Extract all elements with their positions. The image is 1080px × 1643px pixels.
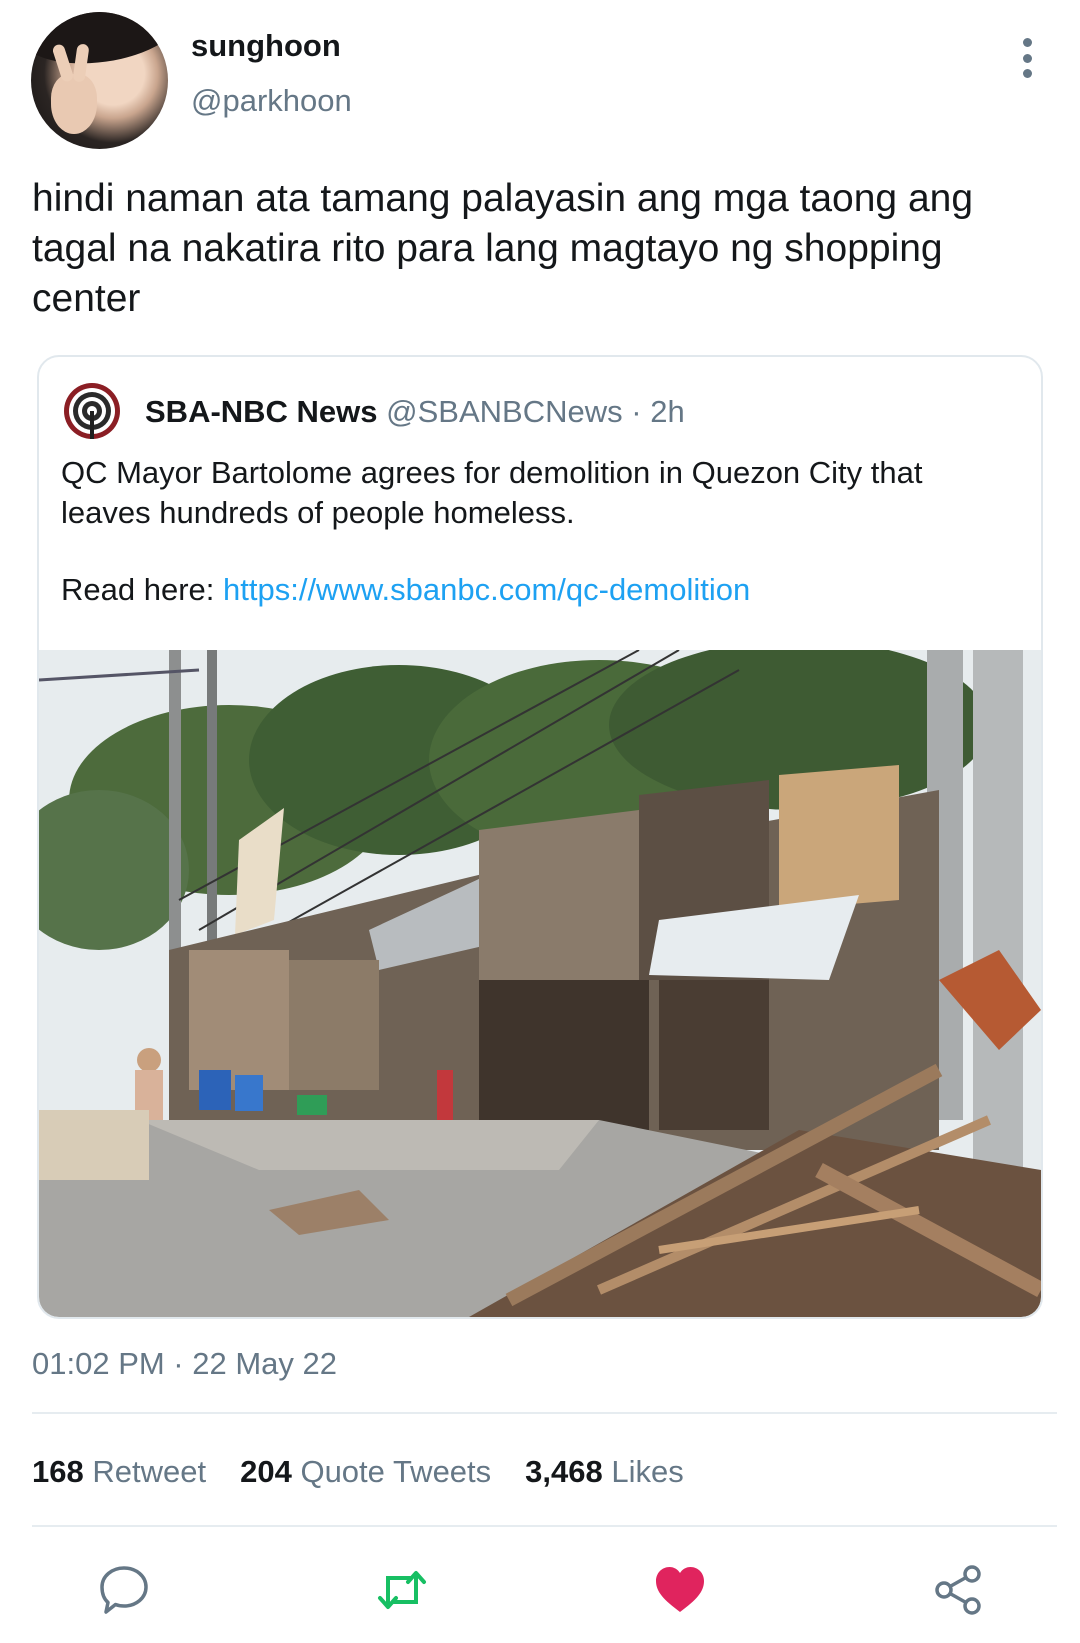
reply-icon[interactable] (96, 1562, 152, 1618)
retweet-stat[interactable]: 168 Retweet (32, 1454, 206, 1490)
user-handle[interactable]: @parkhoon (191, 83, 352, 119)
quote-label: Quote Tweets (300, 1454, 492, 1489)
avatar-hand (51, 74, 97, 134)
quoted-tweet-header: SBA-NBC News @SBANBCNews · 2h (145, 394, 685, 430)
quoted-read-line: Read here: https://www.sbanbc.com/qc-dem… (61, 572, 750, 608)
read-label: Read here: (61, 572, 215, 607)
tweet-text: hindi naman ata tamang palayasin ang mga… (32, 177, 974, 320)
news-logo-icon (64, 383, 120, 439)
quoted-handle[interactable]: @SBANBCNews (386, 394, 622, 429)
quoted-separator: · (631, 394, 642, 429)
tweet-timestamp: 01:02 PM · 22 May 22 (32, 1346, 337, 1381)
heart-icon[interactable] (652, 1562, 708, 1618)
divider-top (32, 1412, 1057, 1414)
quoted-display-name[interactable]: SBA-NBC News (145, 394, 378, 429)
divider-bottom (32, 1525, 1057, 1527)
likes-label: Likes (611, 1454, 684, 1489)
likes-count: 3,468 (525, 1454, 603, 1489)
quoted-age: 2h (650, 394, 685, 429)
more-vertical-icon[interactable] (1020, 38, 1034, 78)
user-avatar[interactable] (31, 12, 168, 149)
engagement-stats: 168 Retweet 204 Quote Tweets 3,468 Likes (32, 1454, 684, 1490)
demolition-photo[interactable] (39, 650, 1041, 1317)
share-icon[interactable] (930, 1562, 986, 1618)
demolition-photo-illustration (39, 650, 1041, 1317)
article-link[interactable]: https://www.sbanbc.com/qc-demolition (223, 572, 750, 607)
retweet-label: Retweet (92, 1454, 207, 1489)
quote-count: 204 (240, 1454, 292, 1489)
avatar-hair (31, 12, 168, 73)
retweet-count: 168 (32, 1454, 84, 1489)
likes-stat[interactable]: 3,468 Likes (525, 1454, 684, 1490)
quoted-tweet-text: QC Mayor Bartolome agrees for demolition… (61, 455, 923, 530)
user-display-name[interactable]: sunghoon (191, 28, 341, 64)
quoted-tweet-card[interactable]: SBA-NBC News @SBANBCNews · 2h QC Mayor B… (37, 355, 1043, 1319)
retweet-icon[interactable] (374, 1562, 430, 1618)
quote-stat[interactable]: 204 Quote Tweets (240, 1454, 491, 1490)
